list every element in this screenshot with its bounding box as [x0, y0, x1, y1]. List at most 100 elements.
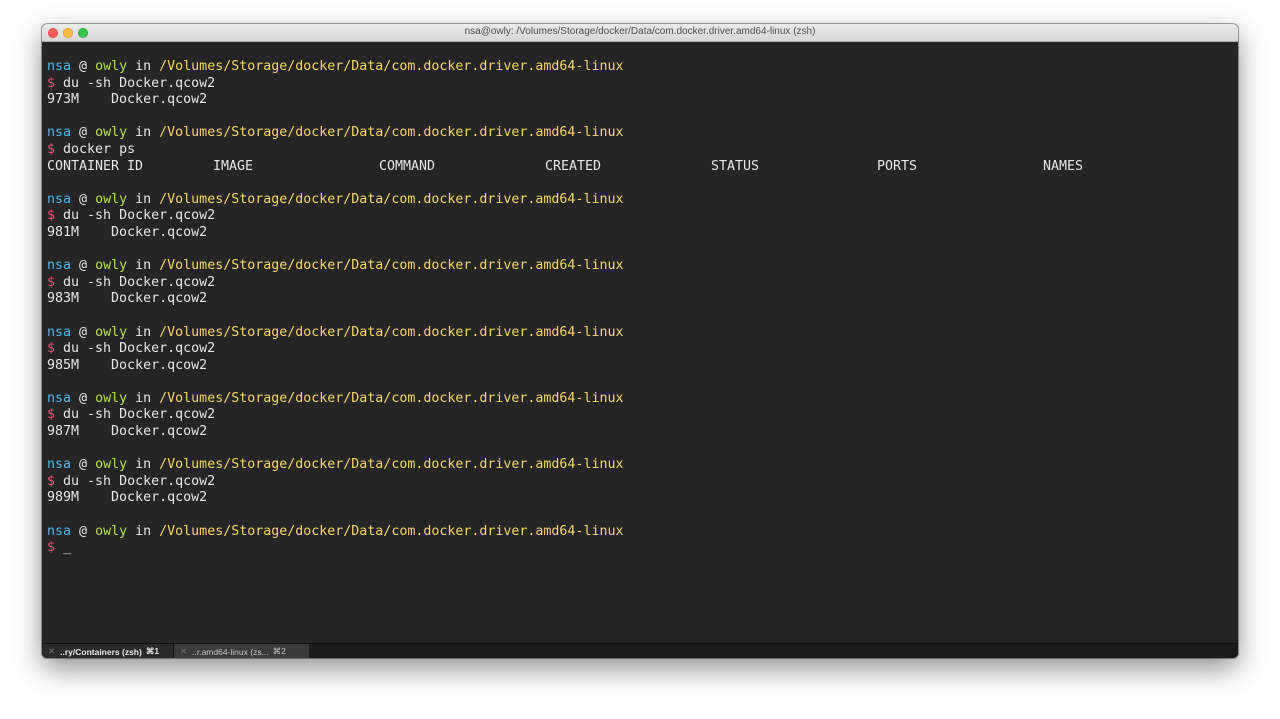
prompt-user: nsa: [47, 324, 72, 340]
tab-containers[interactable]: ✕ ..ry/Containers (zsh) ⌘1: [42, 644, 173, 658]
prompt-user: nsa: [47, 523, 72, 539]
prompt-symbol: $: [47, 540, 56, 556]
prompt-host: owly: [95, 324, 128, 340]
window-title: nsa@owly: /Volumes/Storage/docker/Data/c…: [464, 26, 816, 37]
prompt-line: nsa @ owly in /Volumes/Storage/docker/Da…: [47, 457, 1233, 474]
prompt-line: nsa @ owly in /Volumes/Storage/docker/Da…: [47, 524, 1233, 541]
prompt-symbol: $: [47, 208, 56, 224]
prompt-symbol: $: [47, 473, 56, 489]
command-text: du -sh Docker.qcow2: [63, 75, 216, 91]
prompt-user: nsa: [47, 59, 72, 74]
command-line: $ du -sh Docker.qcow2: [47, 208, 1233, 225]
terminal-output[interactable]: nsa @ owly in /Volumes/Storage/docker/Da…: [47, 59, 1233, 638]
prompt-in: in: [135, 457, 152, 473]
prompt-user: nsa: [47, 390, 72, 406]
prompt-path: /Volumes/Storage/docker/Data/com.docker.…: [159, 258, 624, 274]
command-text: du -sh Docker.qcow2: [63, 208, 216, 224]
prompt-symbol: $: [47, 141, 56, 157]
ps-column-header: PORTS: [877, 158, 918, 174]
command-line: $ du -sh Docker.qcow2: [47, 275, 1233, 292]
prompt-host: owly: [95, 457, 128, 473]
prompt-user: nsa: [47, 125, 72, 141]
prompt-at: @: [79, 324, 88, 340]
prompt-user: nsa: [47, 258, 72, 274]
command-text: docker ps: [63, 141, 136, 157]
prompt-in: in: [135, 258, 152, 274]
ps-column-header: NAMES: [1043, 158, 1084, 174]
prompt-in: in: [135, 324, 152, 340]
prompt-host: owly: [95, 390, 128, 406]
current-prompt-line[interactable]: $ _: [47, 540, 1233, 557]
prompt-path: /Volumes/Storage/docker/Data/com.docker.…: [159, 125, 624, 141]
prompt-at: @: [79, 457, 88, 473]
command-text: du -sh Docker.qcow2: [63, 473, 216, 489]
command-output: 973M Docker.qcow2: [47, 92, 208, 108]
prompt-host: owly: [95, 523, 128, 539]
ps-column-header: CONTAINER ID: [47, 158, 144, 174]
ps-column-header: STATUS: [711, 158, 760, 174]
tab-close-icon[interactable]: ✕: [48, 646, 55, 657]
prompt-at: @: [79, 191, 88, 207]
prompt-in: in: [135, 523, 152, 539]
prompt-in: in: [135, 191, 152, 207]
prompt-in: in: [135, 59, 152, 74]
title-bar[interactable]: nsa@owly: /Volumes/Storage/docker/Data/c…: [42, 24, 1238, 42]
prompt-line: nsa @ owly in /Volumes/Storage/docker/Da…: [47, 325, 1233, 342]
tab-label: ..r.amd64-linux (zs...: [192, 646, 269, 657]
prompt-symbol: $: [47, 341, 56, 357]
prompt-user: nsa: [47, 191, 72, 207]
prompt-at: @: [79, 59, 88, 74]
prompt-host: owly: [95, 59, 128, 74]
tab-amd64-linux[interactable]: ✕ ..r.amd64-linux (zs... ⌘2: [173, 644, 309, 658]
tab-shortcut: ⌘1: [145, 646, 160, 656]
prompt-path: /Volumes/Storage/docker/Data/com.docker.…: [159, 191, 624, 207]
prompt-in: in: [135, 125, 152, 141]
command-text: du -sh Docker.qcow2: [63, 407, 216, 423]
ps-column-header: COMMAND: [379, 158, 436, 174]
prompt-at: @: [79, 125, 88, 141]
prompt-line: nsa @ owly in /Volumes/Storage/docker/Da…: [47, 391, 1233, 408]
tab-close-icon[interactable]: ✕: [180, 646, 187, 657]
prompt-at: @: [79, 258, 88, 274]
ps-column-header: CREATED: [545, 158, 602, 174]
ps-column-header: IMAGE: [213, 158, 254, 174]
command-line: $ du -sh Docker.qcow2: [47, 341, 1233, 358]
prompt-path: /Volumes/Storage/docker/Data/com.docker.…: [159, 523, 624, 539]
prompt-in: in: [135, 390, 152, 406]
prompt-symbol: $: [47, 274, 56, 290]
command-output: 981M Docker.qcow2: [47, 224, 208, 240]
command-text: du -sh Docker.qcow2: [63, 341, 216, 357]
command-line: $ du -sh Docker.qcow2: [47, 474, 1233, 491]
prompt-line: nsa @ owly in /Volumes/Storage/docker/Da…: [47, 59, 1233, 76]
prompt-at: @: [79, 390, 88, 406]
prompt-symbol: $: [47, 407, 56, 423]
tab-bar: ✕ ..ry/Containers (zsh) ⌘1 ✕ ..r.amd64-l…: [42, 643, 1238, 658]
prompt-line: nsa @ owly in /Volumes/Storage/docker/Da…: [47, 192, 1233, 209]
tab-label: ..ry/Containers (zsh): [60, 646, 142, 657]
text-cursor[interactable]: _: [63, 540, 71, 555]
prompt-line: nsa @ owly in /Volumes/Storage/docker/Da…: [47, 125, 1233, 142]
command-line: $ du -sh Docker.qcow2: [47, 407, 1233, 424]
tab-shortcut: ⌘2: [272, 646, 286, 656]
prompt-path: /Volumes/Storage/docker/Data/com.docker.…: [159, 324, 624, 340]
docker-ps-header: CONTAINER ID IMAGE COMMAND CREATED STATUS POR…: [47, 159, 1233, 176]
prompt-host: owly: [95, 258, 128, 274]
command-output: 985M Docker.qcow2: [47, 357, 208, 373]
command-output: 989M Docker.qcow2: [47, 490, 208, 506]
command-line: $ du -sh Docker.qcow2: [47, 76, 1233, 93]
prompt-path: /Volumes/Storage/docker/Data/com.docker.…: [159, 457, 624, 473]
command-output: 987M Docker.qcow2: [47, 424, 208, 440]
terminal-window: nsa@owly: /Volumes/Storage/docker/Data/c…: [42, 24, 1238, 658]
prompt-host: owly: [95, 125, 128, 141]
prompt-user: nsa: [47, 457, 72, 473]
prompt-symbol: $: [47, 75, 56, 91]
prompt-line: nsa @ owly in /Volumes/Storage/docker/Da…: [47, 258, 1233, 275]
prompt-host: owly: [95, 191, 128, 207]
